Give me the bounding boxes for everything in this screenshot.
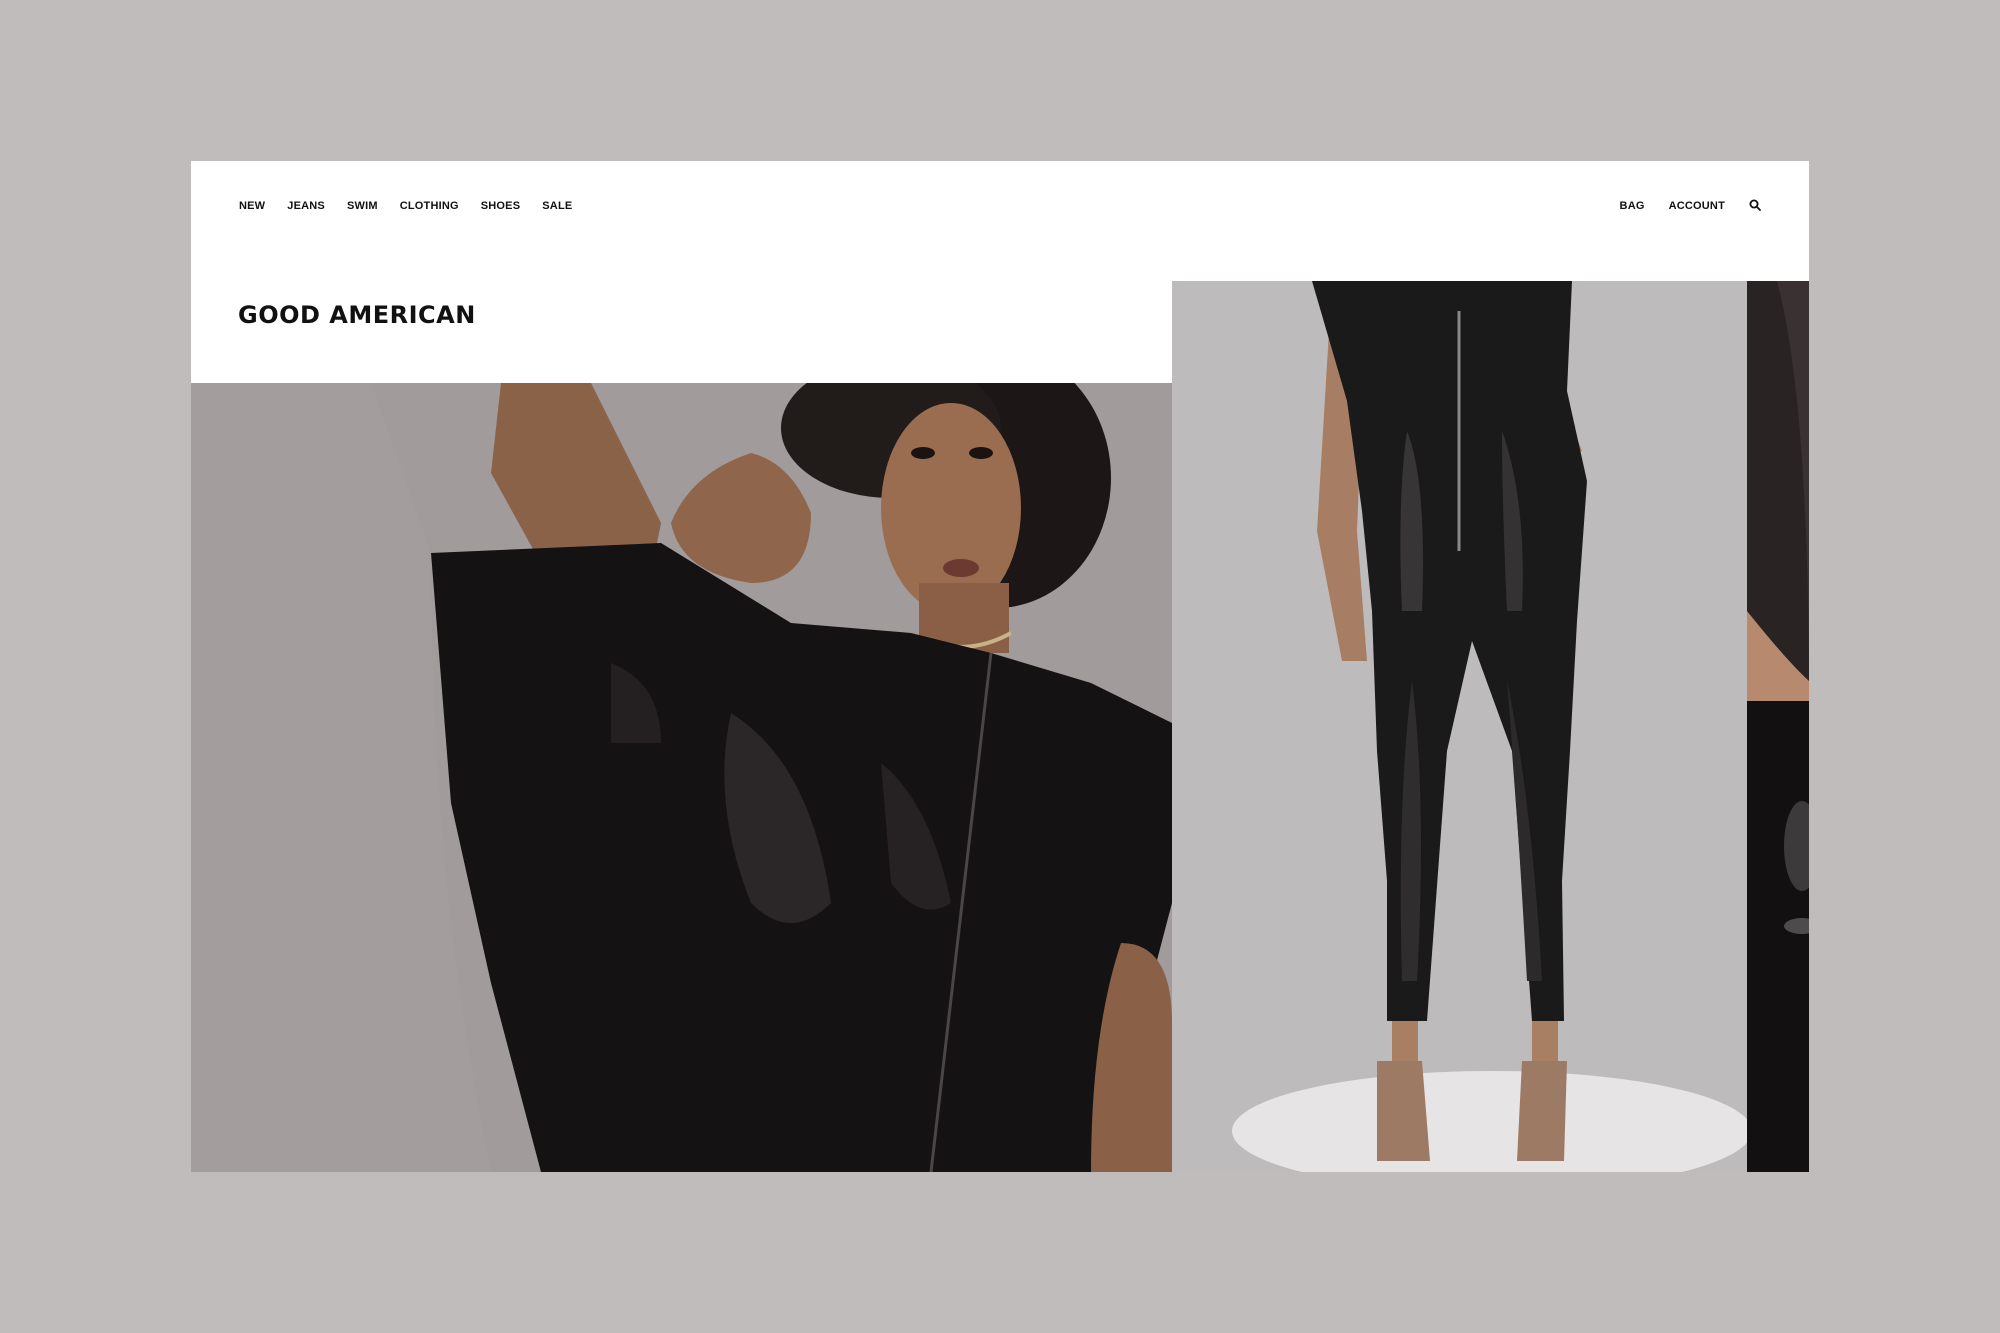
hero-image-illustration xyxy=(191,383,1172,1172)
utility-nav: BAG ACCOUNT xyxy=(1596,199,1763,213)
search-button[interactable] xyxy=(1749,199,1763,213)
primary-nav: NEW JEANS SWIM CLOTHING SHOES SALE xyxy=(239,199,594,213)
nav-link-jeans[interactable]: JEANS xyxy=(287,199,325,213)
carousel-next-image[interactable] xyxy=(1747,281,1809,1172)
website-frame: NEW JEANS SWIM CLOTHING SHOES SALE BAG A… xyxy=(191,161,1809,1172)
hero-image-model[interactable] xyxy=(191,383,1172,1172)
product-image-jumpsuit[interactable] xyxy=(1172,281,1747,1172)
brand-logo[interactable]: GOOD AMERICAN xyxy=(238,301,476,329)
nav-link-shoes[interactable]: SHOES xyxy=(481,199,521,213)
nav-link-clothing[interactable]: CLOTHING xyxy=(400,199,459,213)
search-icon xyxy=(1749,199,1761,211)
nav-link-new[interactable]: NEW xyxy=(239,199,265,213)
product-image-illustration xyxy=(1172,281,1747,1172)
next-image-illustration xyxy=(1747,281,1809,1172)
bag-link[interactable]: BAG xyxy=(1620,199,1645,213)
account-link[interactable]: ACCOUNT xyxy=(1669,199,1725,213)
nav-link-sale[interactable]: SALE xyxy=(542,199,572,213)
nav-link-swim[interactable]: SWIM xyxy=(347,199,378,213)
